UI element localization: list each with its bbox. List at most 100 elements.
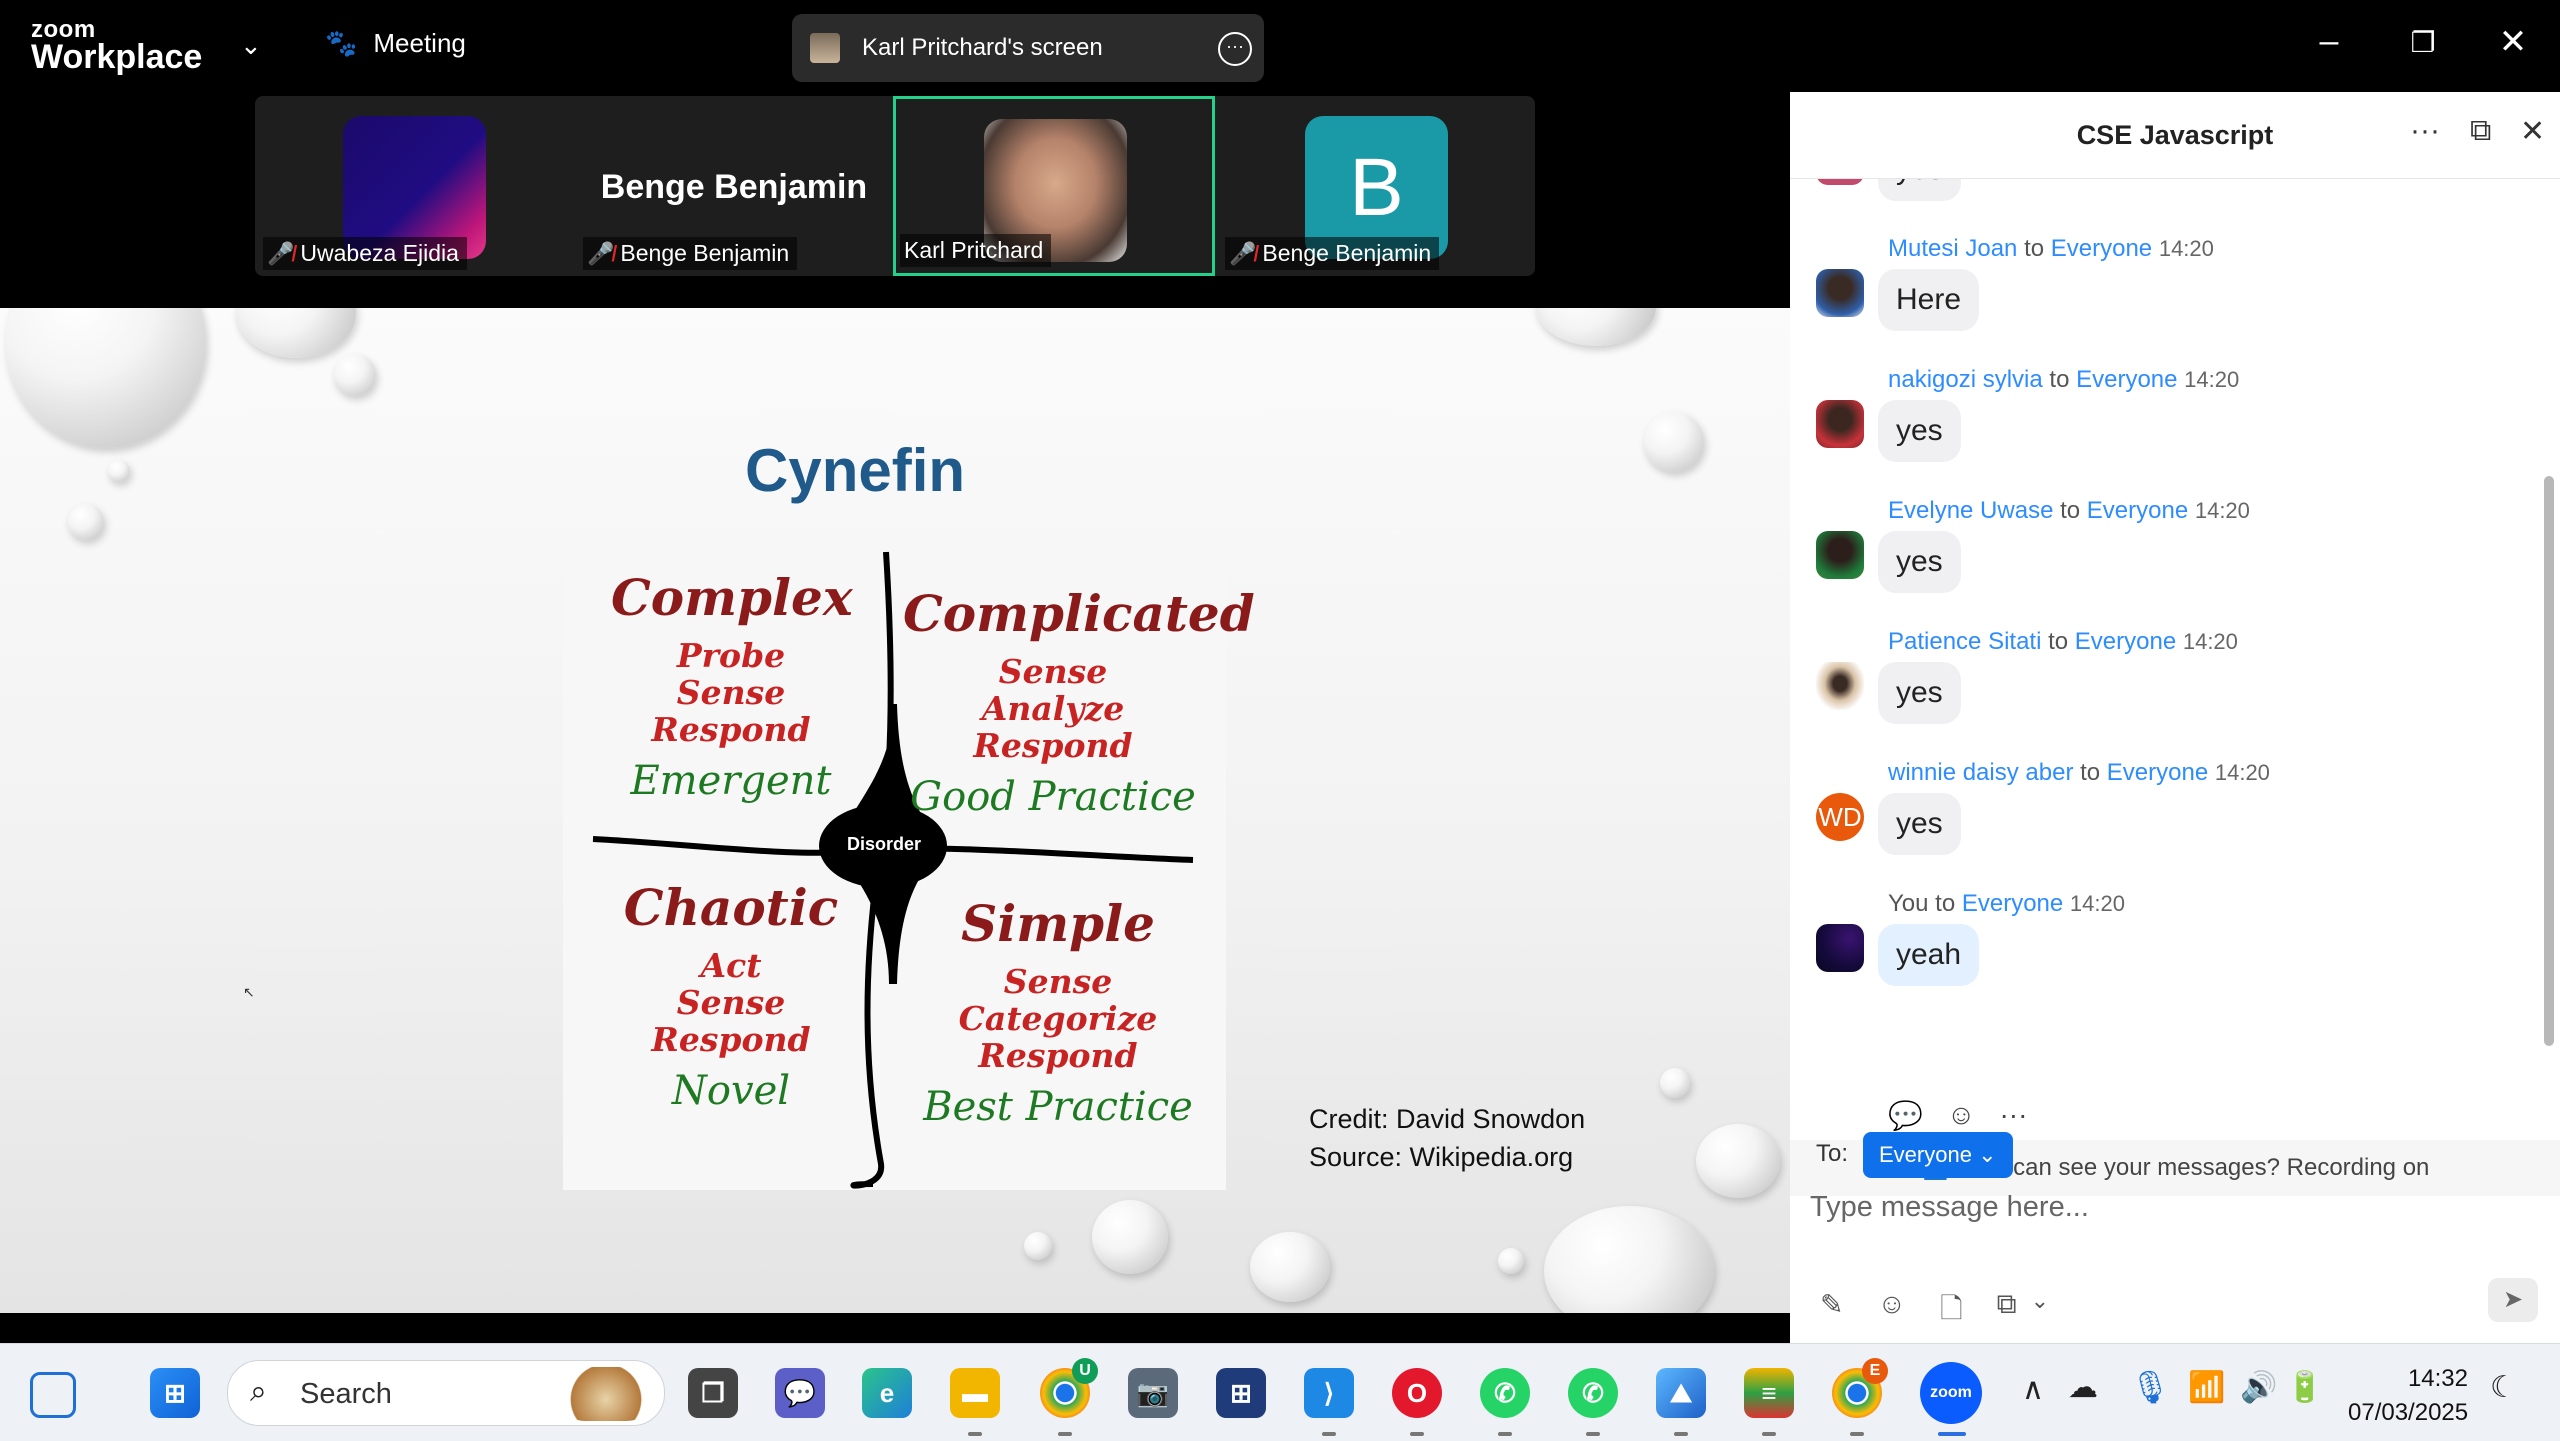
participant-tile[interactable]: B 🎤̸ Benge Benjamin (1217, 96, 1535, 276)
quadrant-heading: Complex (611, 568, 853, 627)
onedrive-cloud-icon[interactable]: ☁ (2068, 1370, 2098, 1405)
sender-name[interactable]: Evelyne Uwase (1888, 497, 2053, 524)
water-drop-decoration (1498, 1248, 1524, 1274)
pop-out-icon[interactable]: ⧉ (2470, 114, 2491, 148)
close-button[interactable]: ✕ (2488, 22, 2538, 62)
windows-taskbar: ⊞ ⌕ Search ❐ 💬 e ▬ U 📷 ⊞ ⟩ O ✆ ✆ ⛰ ≡ E z… (0, 1343, 2560, 1441)
chat-header: CSE Javascript ··· ⧉ ✕ (1790, 92, 2560, 179)
more-options-icon[interactable]: ··· (2410, 114, 2440, 148)
message-meta: You to Everyone 14:20 (1888, 890, 2125, 918)
microsoft-store-icon[interactable]: ⊞ (1216, 1368, 1266, 1418)
sender-name[interactable]: Mutesi Joan (1888, 235, 2017, 262)
wifi-icon[interactable]: 📶 (2188, 1370, 2225, 1405)
teams-chat-icon[interactable]: 💬 (775, 1368, 825, 1418)
battery-icon[interactable]: 🔋 (2286, 1370, 2323, 1405)
message-bubble: yes (1878, 400, 1961, 462)
message-meta: Patience Sitati to Everyone 14:20 (1888, 628, 2238, 656)
water-drop-decoration (6, 308, 206, 448)
photos-icon[interactable]: ⛰ (1656, 1368, 1706, 1418)
quadrant-step: Sense (998, 652, 1108, 691)
format-text-icon[interactable]: ✎ (1820, 1288, 1843, 1336)
screenshot-icon[interactable]: ⧉ (1997, 1288, 2017, 1336)
recipient-name[interactable]: Everyone (2087, 497, 2188, 524)
message-time: 14:20 (2214, 760, 2270, 785)
screen-share-indicator[interactable]: Karl Pritchard's screen ··· (792, 14, 1264, 82)
stacked-app-icon[interactable]: ≡ (1744, 1368, 1794, 1418)
vscode-icon[interactable]: ⟩ (1304, 1368, 1354, 1418)
chevron-down-icon[interactable]: ⌄ (240, 30, 262, 61)
task-view-icon[interactable]: ❐ (688, 1368, 738, 1418)
message-bubble: yes (1878, 793, 1961, 855)
zoom-app-icon[interactable]: zoom (1920, 1362, 1982, 1424)
message-bubble: Here (1878, 269, 1980, 331)
chevron-down-icon[interactable]: ⌄ (2031, 1288, 2049, 1336)
chevron-down-icon: ⌄ (1978, 1142, 1997, 1167)
sender-name[interactable]: nakigozi sylvia (1888, 366, 2043, 393)
meeting-menu-button[interactable]: 🐾 Meeting (325, 28, 466, 59)
whatsapp-icon[interactable]: ✆ (1568, 1368, 1618, 1418)
quadrant-practice: Good Practice (910, 774, 1196, 820)
participant-tile[interactable]: Benge Benjamin 🎤̸ Benge Benjamin (575, 96, 893, 276)
quadrant-step: Respond (973, 726, 1133, 765)
chat-message-input[interactable] (1808, 1190, 2532, 1225)
recipient-name[interactable]: Everyone (2107, 759, 2208, 786)
chat-scrollbar[interactable] (2544, 476, 2554, 1046)
sender-name[interactable]: Patience Sitati (1888, 628, 2041, 655)
to-word: to (1935, 890, 1956, 917)
participant-name-tag: Karl Pritchard (900, 234, 1052, 267)
recipient-select[interactable]: Everyone ⌄ (1863, 1132, 2013, 1178)
quadrant-heading: Chaotic (623, 878, 839, 937)
video-gallery: 🎤̸ Uwabeza Ejidia Benge Benjamin 🎤̸ Beng… (255, 96, 1535, 276)
add-reaction-icon[interactable]: ☺ (1947, 1099, 1976, 1132)
message-time: 14:20 (2182, 629, 2238, 654)
recipient-name[interactable]: Everyone (2075, 628, 2176, 655)
system-clock[interactable]: 14:32 07/03/2025 (2348, 1362, 2468, 1430)
moon-icon[interactable]: ☾ (2490, 1370, 2517, 1405)
participant-name-tag: 🎤̸ Benge Benjamin (583, 237, 798, 270)
restore-button[interactable]: ❐ (2398, 26, 2448, 59)
close-icon[interactable]: ✕ (2520, 114, 2545, 149)
recipient-name[interactable]: Everyone (2051, 235, 2152, 262)
water-drop-decoration (1544, 1206, 1714, 1313)
cynefin-framework-image: Disorder Complex Probe Sense Respond Eme… (563, 544, 1255, 1190)
more-options-icon[interactable]: ··· (1218, 32, 1252, 66)
windows-start-icon[interactable]: ⊞ (150, 1368, 200, 1418)
clock-date: 07/03/2025 (2348, 1399, 2469, 1426)
message-time: 14:20 (2194, 498, 2250, 523)
recipient-name[interactable]: Everyone (1962, 890, 2063, 917)
file-explorer-icon[interactable]: ▬ (950, 1368, 1000, 1418)
mouse-cursor-icon: ↖ (243, 984, 255, 1000)
participant-tile-active-speaker[interactable]: Karl Pritchard (893, 96, 1215, 276)
search-icon: ⌕ (250, 1375, 267, 1408)
avatar (1816, 531, 1864, 579)
file-icon[interactable]: 🗋 (1940, 1288, 1963, 1336)
quadrant-step: Categorize (958, 999, 1158, 1038)
avatar (1816, 662, 1864, 710)
edge-browser-icon[interactable]: e (862, 1368, 912, 1418)
message-bubble: yes (1878, 179, 1961, 201)
emoji-icon[interactable]: ☺ (1877, 1288, 1906, 1336)
more-actions-icon[interactable]: ··· (1999, 1099, 2027, 1132)
taskbar-search[interactable]: ⌕ Search (227, 1360, 665, 1426)
quadrant-step: Respond (651, 710, 811, 749)
credit-line: Credit: David Snowdon (1309, 1104, 1586, 1134)
send-button[interactable]: ➤ (2488, 1278, 2538, 1322)
running-indicator (1498, 1432, 1512, 1436)
avatar (1816, 179, 1864, 185)
message-meta: nakigozi sylvia to Everyone 14:20 (1888, 366, 2239, 394)
microphone-icon[interactable]: 🎙 (2130, 1368, 2171, 1406)
chat-message-list[interactable]: yes Mutesi Joan to Everyone 14:20 Here n… (1790, 179, 2542, 1139)
participant-tile[interactable]: 🎤̸ Uwabeza Ejidia (255, 96, 573, 276)
volume-icon[interactable]: 🔊 (2240, 1370, 2277, 1405)
minimize-button[interactable]: – (2304, 22, 2354, 61)
camera-icon[interactable]: 📷 (1128, 1368, 1178, 1418)
sender-name[interactable]: winnie daisy aber (1888, 759, 2073, 786)
opera-icon[interactable]: O (1392, 1368, 1442, 1418)
widgets-icon[interactable] (30, 1372, 76, 1418)
recipient-name[interactable]: Everyone (2076, 366, 2177, 393)
to-word: to (2049, 366, 2070, 393)
reply-thread-icon[interactable]: 💬 (1888, 1099, 1923, 1132)
chevron-up-icon[interactable]: ∧ (2022, 1372, 2044, 1407)
water-drop-decoration (68, 504, 104, 540)
whatsapp-icon[interactable]: ✆ (1480, 1368, 1530, 1418)
